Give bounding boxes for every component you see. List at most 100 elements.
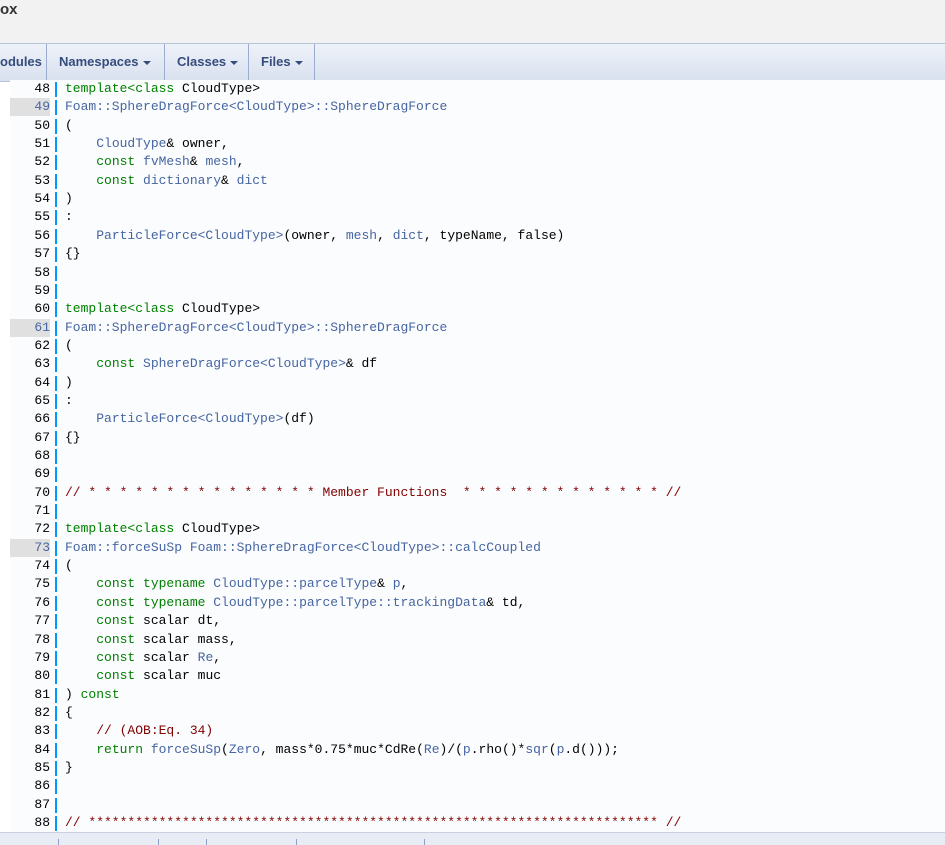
code-line: 78 const scalar mass, (10, 631, 945, 649)
code-token: const (96, 631, 144, 647)
line-separator (55, 228, 57, 244)
code-token: // *************************************… (65, 815, 682, 830)
code-text: const typename CloudType::parcelType::tr… (65, 594, 525, 612)
code-link[interactable]: CloudType::parcelType (213, 576, 377, 591)
line-number: 55 (34, 209, 50, 225)
line-number: 69 (34, 466, 50, 482)
code-line: 80 const scalar muc (10, 667, 945, 685)
code-line: 66 ParticleForce<CloudType>(df) (10, 410, 945, 428)
code-text: {} (65, 429, 81, 447)
nav-tab-files[interactable]: Files (249, 44, 315, 81)
code-text: template<class CloudType> (65, 300, 260, 318)
nav-tab-label: Classes (177, 54, 227, 69)
code-token: CloudType> (182, 301, 261, 317)
code-link[interactable]: forceSuSp (151, 742, 221, 757)
code-text: Foam::SphereDragForce<CloudType>::Sphere… (65, 98, 447, 116)
line-number: 56 (34, 227, 50, 243)
code-token: const (80, 686, 120, 702)
line-number: 87 (34, 796, 50, 812)
line-number: 57 (34, 246, 50, 262)
line-number[interactable]: 49 (10, 98, 50, 117)
code-link[interactable]: Re (424, 742, 440, 757)
code-line: 84 return forceSuSp(Zero, mass*0.75*muc*… (10, 741, 945, 759)
code-token: : (65, 392, 73, 408)
code-link[interactable]: Foam::SphereDragForce<CloudType>::Sphere… (65, 320, 447, 335)
code-token: .d())); (564, 741, 619, 757)
code-token: (df) (283, 411, 315, 427)
code-link[interactable]: dictionary (143, 173, 221, 188)
code-link[interactable]: CloudType::parcelType::trackingData (213, 595, 486, 610)
doxygen-nav-tabs: odules Namespaces Classes Files (0, 43, 945, 82)
code-link[interactable]: ParticleForce<CloudType> (96, 411, 283, 426)
code-line: 68 (10, 447, 945, 465)
code-line: 83 // (AOB:Eq. 34) (10, 722, 945, 740)
code-line: 76 const typename CloudType::parcelType:… (10, 594, 945, 612)
code-line: 86 (10, 777, 945, 795)
code-link[interactable]: ParticleForce<CloudType> (96, 228, 283, 243)
code-token: ) (65, 191, 73, 207)
code-text: ( (65, 337, 73, 355)
line-separator (55, 283, 57, 299)
line-number: 60 (34, 301, 50, 317)
code-token: scalar muc (143, 668, 222, 684)
code-line: 85} (10, 759, 945, 777)
code-line: 81) const (10, 686, 945, 704)
code-link[interactable]: Zero (229, 742, 260, 757)
line-separator (55, 412, 57, 428)
code-link[interactable]: p (393, 576, 401, 591)
code-link[interactable]: CloudType (96, 136, 166, 151)
code-text: return forceSuSp(Zero, mass*0.75*muc*CdR… (65, 741, 619, 759)
line-number[interactable]: 61 (10, 318, 50, 337)
line-separator (55, 650, 57, 666)
code-link[interactable]: sqr (525, 742, 548, 757)
code-token: & df (345, 356, 378, 372)
code-link[interactable]: fvMesh (143, 154, 190, 169)
line-number: 78 (34, 631, 50, 647)
nav-tab-classes[interactable]: Classes (165, 44, 249, 81)
code-text: : (65, 208, 73, 226)
code-token: & owner, (166, 136, 229, 152)
line-separator (55, 760, 57, 776)
nav-tab-odules[interactable]: odules (0, 44, 47, 81)
code-link[interactable]: dict (237, 173, 268, 188)
code-token: , mass*0.75*muc*CdRe( (260, 741, 424, 757)
code-line: 55: (10, 208, 945, 226)
caret-down-icon (142, 60, 151, 65)
line-number: 48 (34, 81, 50, 96)
line-number: 62 (34, 337, 50, 353)
line-separator (55, 577, 57, 593)
line-number: 63 (34, 356, 50, 372)
code-token: ( (65, 558, 73, 574)
code-link[interactable]: SphereDragForce<CloudType> (143, 356, 346, 371)
line-separator (55, 357, 57, 373)
code-text: ParticleForce<CloudType>(df) (65, 410, 315, 428)
code-link[interactable]: dict (393, 228, 424, 243)
line-separator (55, 540, 57, 556)
code-token: template<class (65, 301, 183, 317)
nav-tab-namespaces[interactable]: Namespaces (47, 44, 165, 81)
nav-tab-label: odules (0, 54, 42, 69)
line-number: 77 (34, 613, 50, 629)
code-link[interactable]: p (463, 742, 471, 757)
line-number: 86 (34, 778, 50, 794)
line-number: 79 (34, 649, 50, 665)
code-link[interactable]: Re (198, 650, 214, 665)
line-separator (55, 779, 57, 795)
line-separator (55, 816, 57, 831)
code-text: const scalar dt, (65, 612, 221, 630)
code-token: { (65, 704, 73, 720)
code-link[interactable]: Foam::SphereDragForce<CloudType>::Sphere… (65, 99, 447, 114)
code-link[interactable]: mesh (346, 228, 377, 243)
line-number: 84 (34, 741, 50, 757)
code-token: & (189, 154, 206, 170)
line-number[interactable]: 73 (10, 538, 50, 557)
code-link[interactable]: mesh (205, 154, 236, 169)
code-link[interactable]: Foam::forceSuSp Foam::SphereDragForce<Cl… (65, 540, 541, 555)
line-number: 83 (34, 723, 50, 739)
